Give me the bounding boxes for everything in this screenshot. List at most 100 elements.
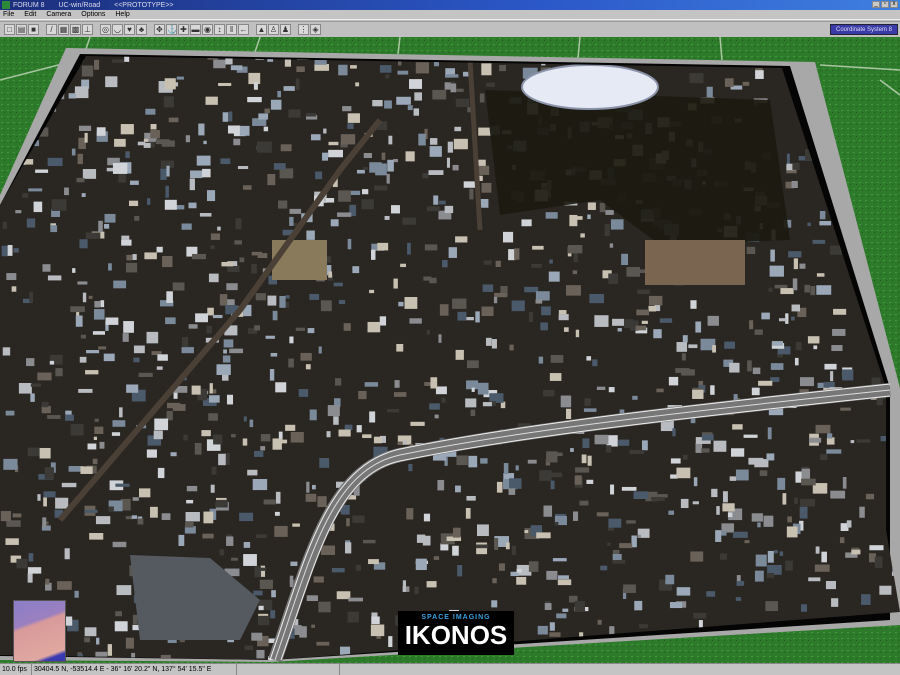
minimize-button[interactable]: _ [872,1,880,8]
building [808,437,822,443]
building [432,89,447,100]
building [482,402,492,407]
menu-options[interactable]: Options [81,11,105,18]
building [409,79,423,89]
car-button[interactable]: ▬ [190,24,201,35]
building [57,581,72,590]
building [428,170,444,175]
anchor-button[interactable]: ⚓ [166,24,177,35]
building [122,333,129,342]
building [569,214,578,227]
building [94,426,104,434]
building [480,198,489,208]
globe-button[interactable]: ◉ [202,24,213,35]
building [84,509,98,513]
app-icon [2,1,10,9]
menu-edit[interactable]: Edit [24,11,36,18]
restore-button[interactable]: ▫ [881,1,889,8]
building [229,348,244,354]
building [114,138,126,147]
building [453,527,461,538]
building [51,199,67,211]
minimap[interactable] [13,600,66,662]
building [457,565,463,577]
menu-camera[interactable]: Camera [46,11,71,18]
building [295,327,306,331]
building [363,539,376,544]
building [768,287,773,292]
texture-button[interactable]: ▩ [70,24,81,35]
building [166,165,170,177]
building [879,585,892,595]
tree-button[interactable]: ♥ [124,24,135,35]
3d-viewport[interactable]: SPACE IMAGING IKONOS [0,37,900,663]
bowl-button[interactable]: ◡ [112,24,123,35]
building [328,149,343,158]
menu-help[interactable]: Help [115,11,129,18]
terrain-button[interactable]: ▦ [58,24,69,35]
move-button[interactable]: ✚ [178,24,189,35]
building [189,178,195,191]
building [132,614,138,625]
building [621,486,637,491]
building [217,226,221,231]
building [146,449,157,458]
building [791,180,798,189]
building [252,479,268,491]
building [448,247,457,258]
building [170,452,177,457]
building [648,305,657,312]
building [751,513,763,522]
building [143,138,149,142]
building [833,308,847,315]
landscape-button[interactable]: ▲ [256,24,267,35]
building [813,345,818,350]
building [64,187,69,196]
menu-file[interactable]: File [3,11,14,18]
walk-button[interactable]: ♟ [280,24,291,35]
building [851,549,861,555]
building [766,573,775,578]
building [386,173,390,184]
building [509,344,514,351]
driver-button[interactable]: ♙ [268,24,279,35]
back-button[interactable]: ← [238,24,249,35]
model-button[interactable]: ◎ [100,24,111,35]
rotate-button[interactable]: ✥ [154,24,165,35]
new-button[interactable]: □ [4,24,15,35]
coordinate-system-button[interactable]: Coordinate System 8 [830,24,898,35]
building [43,491,56,498]
building [115,483,130,487]
open-button[interactable]: ▤ [16,24,27,35]
eye-button[interactable]: ◈ [310,24,321,35]
building [355,564,362,571]
building [455,349,464,360]
building [483,260,492,265]
building [65,410,72,415]
building [565,285,581,296]
road-draw-icon: / [50,25,53,34]
structure-button[interactable]: ⊥ [82,24,93,35]
building [285,424,296,431]
building [104,213,116,223]
plant-button[interactable]: ♣ [136,24,147,35]
close-button[interactable]: x [890,1,898,8]
road-draw-button[interactable]: / [46,24,57,35]
up-down-button[interactable]: ↕ [214,24,225,35]
building [35,169,49,173]
status-field-3 [237,664,340,675]
pause-button[interactable]: ‖ [226,24,237,35]
building [327,405,340,417]
building [842,477,847,489]
building [92,458,98,465]
save-button[interactable]: ■ [28,24,39,35]
building [727,512,733,518]
building [361,199,374,210]
building [422,535,431,546]
grid-button[interactable]: ⋮ [298,24,309,35]
building [277,90,282,98]
building [637,289,650,295]
building [503,463,509,475]
building [254,566,261,578]
building [600,565,608,571]
